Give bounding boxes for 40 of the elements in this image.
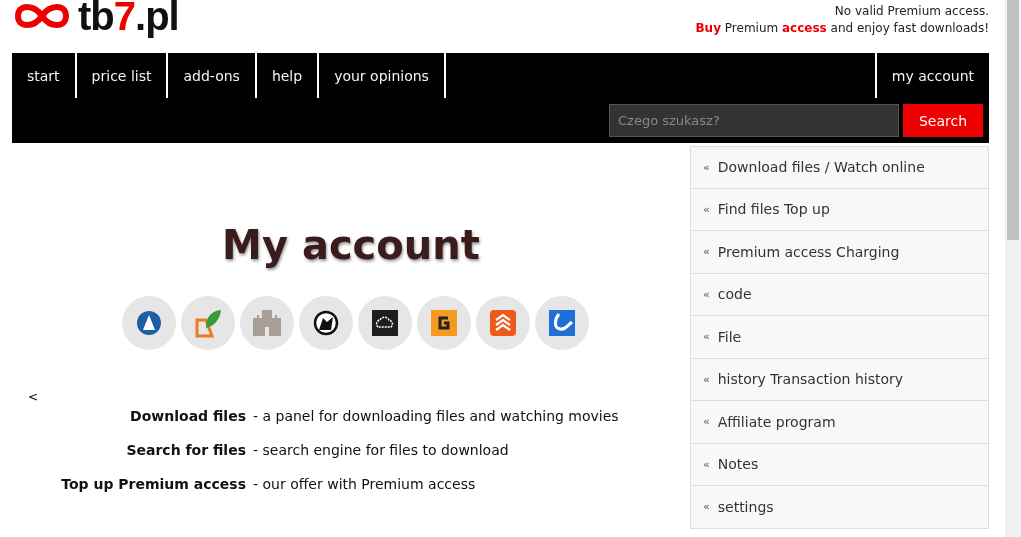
sidebar-link-text: File — [717, 328, 742, 345]
back-link[interactable]: < — [28, 390, 690, 404]
sidebar-link-text: history Transaction history — [717, 371, 904, 388]
sidebar-link[interactable]: « history Transaction history — [690, 358, 989, 401]
feature-name: Search for files — [125, 441, 246, 460]
page-title: My account — [221, 221, 481, 269]
double-chevron-icon: « — [703, 202, 710, 216]
sidebar-link[interactable]: « File — [690, 316, 989, 359]
feature-description: - our offer with Premium access — [253, 475, 477, 494]
premium-status-text: No valid Premium access. — [834, 3, 989, 20]
double-chevron-icon: « — [703, 372, 710, 386]
sidebar-link[interactable]: « Find files Top up — [690, 188, 989, 231]
search-field[interactable]: Czego szukasz? — [609, 104, 899, 137]
double-chevron-icon: « — [703, 415, 710, 429]
feature-name: Download files — [129, 407, 246, 426]
search-button[interactable]: Search — [903, 104, 983, 137]
feature-description: - a panel for downloading files and watching movies — [253, 407, 620, 426]
sidebar-link-text: Affiliate program — [717, 413, 836, 430]
sidebar-link[interactable]: « Affiliate program — [690, 401, 989, 444]
sidebar-link-text: Find files Top up — [717, 201, 830, 218]
sidebar-link-text: code — [717, 286, 752, 303]
premium-promo-text: Buy Premium access and enjoy fast downloads! — [695, 20, 989, 37]
sidebar-link[interactable]: « settings — [690, 486, 989, 529]
sidebar-link[interactable]: « Download files / Watch online — [690, 146, 989, 189]
sidebar-link-text: Premium access Charging — [717, 243, 900, 260]
double-chevron-icon: « — [703, 287, 710, 301]
double-chevron-icon: « — [703, 500, 710, 514]
double-chevron-icon: « — [703, 245, 710, 259]
sidebar-link-text: Notes — [717, 456, 759, 473]
sidebar-link-text: Download files / Watch online — [717, 159, 925, 176]
sidebar-link[interactable]: « Notes — [690, 443, 989, 486]
feature-description: - search engine for files to download — [253, 441, 510, 460]
site-logo-text: tb7.pl — [78, 0, 179, 36]
sidebar-link-text: settings — [717, 498, 774, 515]
sidebar-link[interactable]: « Premium access Charging — [690, 231, 989, 274]
feature-name: Top up Premium access — [60, 475, 246, 494]
double-chevron-icon: « — [703, 457, 710, 471]
double-chevron-icon: « — [703, 330, 710, 344]
double-chevron-icon: « — [703, 160, 710, 174]
sidebar-link[interactable]: « code — [690, 273, 989, 316]
